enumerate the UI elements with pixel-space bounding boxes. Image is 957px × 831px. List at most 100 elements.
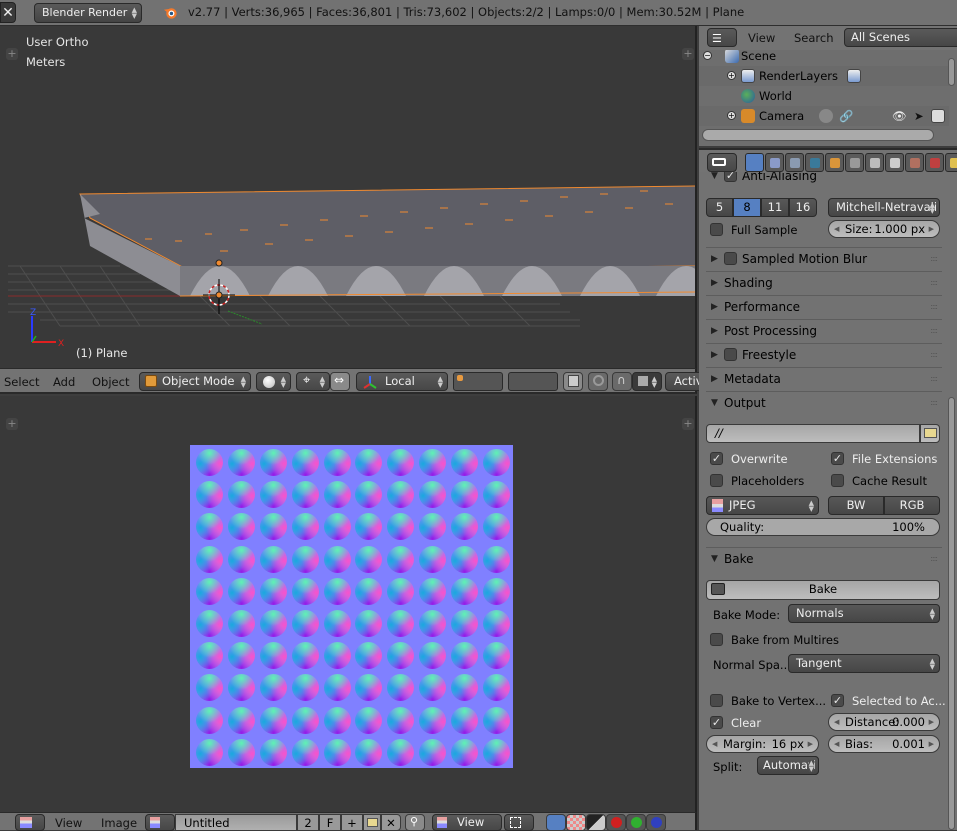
unlink-image-button[interactable]: ✕ <box>381 814 401 831</box>
properties-toggle[interactable]: + <box>682 418 694 430</box>
outliner-item-renderlayers[interactable]: + RenderLayers <box>699 66 949 86</box>
cache-result-checkbox[interactable] <box>831 474 844 487</box>
lock-camera-button[interactable] <box>563 372 583 391</box>
placeholders-checkbox[interactable] <box>710 474 723 487</box>
decrement-arrow-icon[interactable]: ◀ <box>834 736 839 752</box>
aa-samples-5[interactable]: 5 <box>706 198 733 217</box>
menu-image[interactable]: Image <box>101 816 137 830</box>
browse-output-path-button[interactable] <box>920 424 940 443</box>
outliner-horizontal-scrollbar[interactable] <box>702 129 934 141</box>
drag-grip-icon[interactable]: :::: <box>930 272 938 294</box>
aa-samples-11[interactable]: 11 <box>761 198 789 217</box>
tab-particles[interactable] <box>945 153 957 172</box>
draw-channels-z[interactable] <box>586 814 606 831</box>
bake-to-vertex-color-checkbox[interactable] <box>710 694 723 707</box>
tab-texture[interactable] <box>925 153 944 172</box>
bias-field[interactable]: ◀ Bias: 0.001 ▶ <box>828 735 940 753</box>
color-mode-bw[interactable]: BW <box>828 496 884 515</box>
decrement-arrow-icon[interactable]: ◀ <box>834 221 839 237</box>
manipulator-toggle[interactable]: ⇔ <box>330 372 350 391</box>
split-select[interactable]: Automati ▲ ▼ <box>757 756 819 775</box>
bake-from-multires-checkbox[interactable] <box>710 633 723 646</box>
selectability-cursor-icon[interactable]: ➤ <box>914 106 924 126</box>
pivot-point-select[interactable]: ⌖ ▲ ▼ <box>296 372 330 391</box>
panel-metadata[interactable]: ▶ Metadata:::: <box>706 367 942 389</box>
panel-anti-aliasing[interactable]: ▼ ✓ Anti-Aliasing <box>706 172 942 187</box>
tab-constraints[interactable] <box>845 153 864 172</box>
mode-select[interactable]: Object Mode ▲ ▼ <box>139 372 251 391</box>
snap-element-select[interactable]: ▲ ▼ <box>632 372 662 391</box>
menu-search[interactable]: Search <box>794 31 834 45</box>
viewport-shading-select[interactable]: ▲ ▼ <box>256 372 291 391</box>
channel-red-button[interactable] <box>606 814 626 831</box>
normal-space-select[interactable]: Tangent ▲ ▼ <box>788 654 940 673</box>
tab-world[interactable] <box>805 153 824 172</box>
3d-viewport[interactable]: User Ortho Meters + + Z X (1) Plane <box>0 26 697 368</box>
channel-green-button[interactable] <box>626 814 646 831</box>
file-extensions-checkbox[interactable]: ✓ <box>831 452 844 465</box>
increment-arrow-icon[interactable]: ▶ <box>929 221 934 237</box>
editor-type-select[interactable] <box>15 814 45 831</box>
drag-grip-icon[interactable]: :::: <box>930 296 938 318</box>
color-mode-rgb[interactable]: RGB <box>884 496 940 515</box>
drag-grip-icon[interactable]: :::: <box>930 248 938 270</box>
drag-grip-icon[interactable]: :::: <box>930 320 938 342</box>
tab-render[interactable] <box>745 153 764 172</box>
aa-samples-16[interactable]: 16 <box>789 198 817 217</box>
outliner-vertical-scrollbar[interactable] <box>948 58 955 86</box>
properties-vertical-scrollbar[interactable] <box>948 397 955 830</box>
panel-enable-checkbox[interactable] <box>724 348 737 361</box>
panel-performance[interactable]: ▶ Performance:::: <box>706 295 942 317</box>
panel-post-processing[interactable]: ▶ Post Processing:::: <box>706 319 942 341</box>
drag-grip-icon[interactable]: :::: <box>930 344 938 366</box>
tab-modifiers[interactable] <box>865 153 884 172</box>
editor-type-button[interactable]: ✕ <box>0 2 16 23</box>
selected-to-active-checkbox[interactable]: ✓ <box>831 694 844 707</box>
proportional-edit-button[interactable] <box>588 372 608 391</box>
transform-orientation-select[interactable]: Local ▲ ▼ <box>356 372 448 391</box>
draw-channels-alpha[interactable] <box>566 814 586 831</box>
menu-select[interactable]: Select <box>4 375 39 389</box>
display-mode-select[interactable]: All Scenes <box>844 28 957 47</box>
increment-arrow-icon[interactable]: ▶ <box>929 714 934 730</box>
editor-type-select[interactable]: ☰ <box>707 28 737 47</box>
browse-image-button[interactable] <box>145 814 175 831</box>
decrement-arrow-icon[interactable]: ◀ <box>712 736 717 752</box>
layer-buttons-1[interactable] <box>453 372 503 391</box>
file-format-select[interactable]: JPEG ▲ ▼ <box>706 496 819 515</box>
increment-arrow-icon[interactable]: ▶ <box>808 736 813 752</box>
editor-type-select[interactable] <box>707 153 737 172</box>
outliner-item-scene[interactable]: − Scene <box>699 50 949 66</box>
aa-filter-size-field[interactable]: ◀ Size: 1.000 px ▶ <box>828 220 940 238</box>
panel-bake[interactable]: ▼ Bake :::: <box>706 547 942 569</box>
increment-arrow-icon[interactable]: ▶ <box>929 736 934 752</box>
aa-filter-select[interactable]: Mitchell-Netravali ▲ ▼ <box>828 198 940 217</box>
tab-scene[interactable] <box>785 153 804 172</box>
renderability-camera-icon[interactable] <box>931 109 945 123</box>
panel-sampled-motion-blur[interactable]: ▶ Sampled Motion Blur:::: <box>706 247 942 269</box>
panel-shading[interactable]: ▶ Shading:::: <box>706 271 942 293</box>
expand-icon[interactable]: + <box>727 71 736 80</box>
visibility-eye-icon[interactable]: 👁 <box>892 106 907 126</box>
output-path-field[interactable]: // <box>706 424 920 443</box>
menu-add[interactable]: Add <box>53 375 75 389</box>
toolshelf-toggle[interactable]: + <box>6 418 18 430</box>
render-engine-select[interactable]: Blender Render ▲ ▼ <box>34 3 142 23</box>
full-sample-checkbox[interactable] <box>710 223 723 236</box>
image-users-count[interactable]: 2 <box>297 814 319 831</box>
pivot-select[interactable] <box>504 814 534 831</box>
layer-buttons-2[interactable] <box>508 372 558 391</box>
open-image-button[interactable] <box>363 814 381 831</box>
new-image-button[interactable]: + <box>341 814 363 831</box>
drag-grip-icon[interactable]: :::: <box>930 392 938 414</box>
quality-slider[interactable]: Quality: 100% <box>706 518 940 536</box>
draw-channels-color-alpha[interactable] <box>546 814 566 831</box>
panel-output[interactable]: ▼ Output :::: <box>706 391 942 413</box>
tab-render-layers[interactable] <box>765 153 784 172</box>
image-name-field[interactable]: Untitled <box>175 814 297 831</box>
aa-samples-8[interactable]: 8 <box>733 198 761 217</box>
bake-mode-select[interactable]: Normals ▲ ▼ <box>788 604 940 623</box>
fake-user-button[interactable]: F <box>319 814 341 831</box>
tab-data[interactable] <box>885 153 904 172</box>
display-mode-select[interactable]: View <box>432 814 502 831</box>
